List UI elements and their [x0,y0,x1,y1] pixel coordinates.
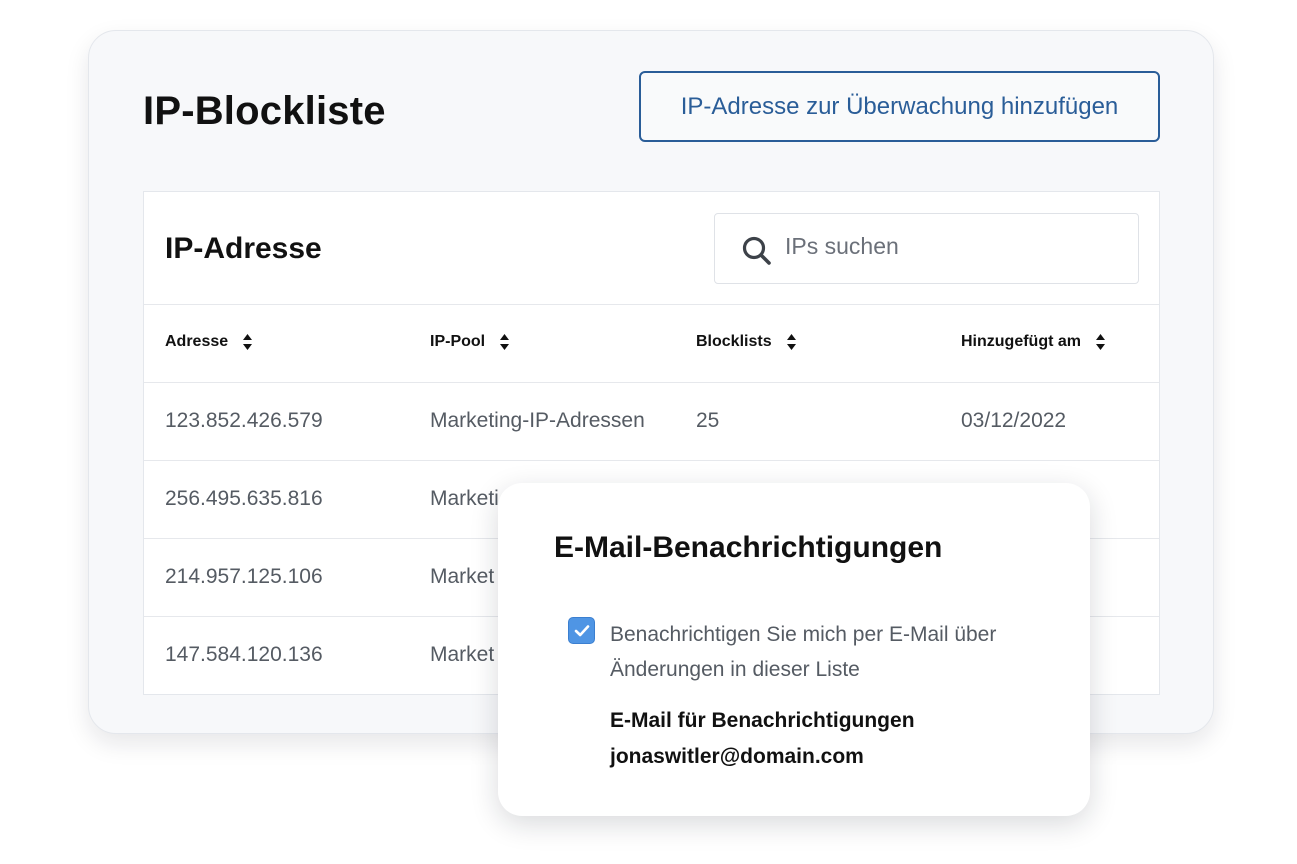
table-panel-header: IP-Adresse IPs suchen [144,192,1159,305]
column-header-label: IP-Pool [430,333,486,350]
checkmark-icon [574,625,590,637]
sort-icon [1096,334,1105,350]
search-input[interactable]: IPs suchen [714,213,1139,284]
email-value: jonaswitler@domain.com [610,745,864,768]
popup-title: E-Mail-Benachrichtigungen [554,531,943,564]
cell-ip-pool: Market [430,565,495,588]
column-header-label: Hinzugefügt am [961,333,1081,350]
table-header-row: Adresse IP-Pool Blocklists Hinzugefügt a… [144,305,1159,383]
sort-icon [500,334,510,350]
email-label: E-Mail für Benachrichtigungen [610,709,915,732]
cell-ip-pool: Market [430,643,495,666]
column-header-label: Blocklists [696,333,772,350]
column-header-address[interactable]: Adresse [165,333,253,351]
cell-address: 123.852.426.579 [165,409,323,432]
stage: IP-Blockliste IP-Adresse zur Überwachung… [0,0,1297,864]
column-header-added-on[interactable]: Hinzugefügt am [961,333,1106,351]
search-placeholder: IPs suchen [785,233,899,259]
cell-ip-pool: Marketi [430,487,499,510]
add-ip-button[interactable]: IP-Adresse zur Überwachung hinzufügen [639,71,1160,142]
sort-icon [243,334,253,350]
table-title: IP-Adresse [165,232,322,265]
cell-address: 256.495.635.816 [165,487,323,510]
table-row[interactable]: 123.852.426.579 Marketing-IP-Adressen 25… [144,383,1159,461]
email-notifications-popup: E-Mail-Benachrichtigungen Benachrichtige… [498,483,1090,816]
search-icon [742,236,771,265]
page-title: IP-Blockliste [143,89,386,133]
cell-blocklists: 25 [696,409,720,432]
notify-checkbox[interactable] [568,617,595,644]
column-header-ip-pool[interactable]: IP-Pool [430,333,510,351]
sort-icon [786,334,796,350]
cell-address: 147.584.120.136 [165,643,323,666]
cell-added-on: 03/12/2022 [961,409,1067,432]
notify-checkbox-label[interactable]: Benachrichtigen Sie mich per E-Mail über… [610,617,1030,687]
cell-ip-pool: Marketing-IP-Adressen [430,409,645,432]
column-header-blocklists[interactable]: Blocklists [696,333,797,351]
column-header-label: Adresse [165,333,229,350]
cell-address: 214.957.125.106 [165,565,323,588]
